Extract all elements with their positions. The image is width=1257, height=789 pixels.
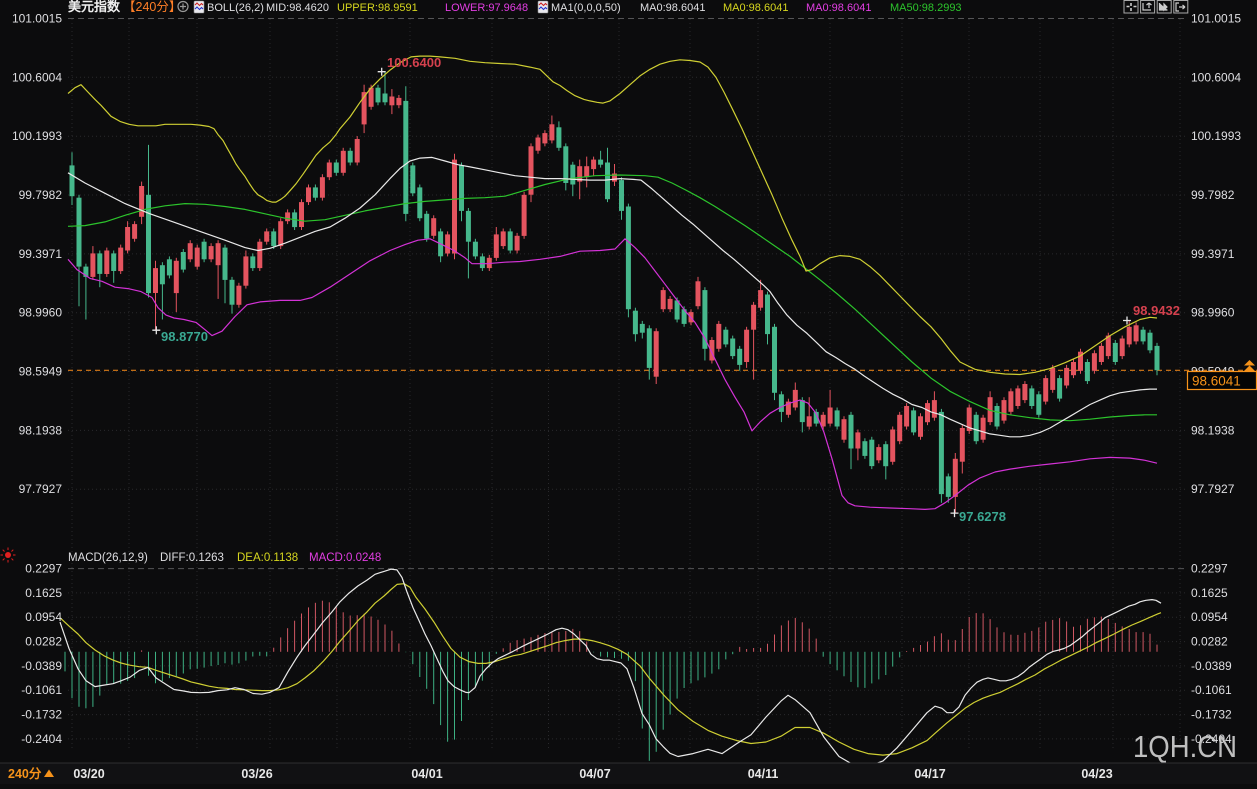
svg-text:101.0015: 101.0015 bbox=[12, 12, 62, 26]
svg-text:100.6400: 100.6400 bbox=[387, 55, 441, 70]
svg-text:UPPER:98.9591: UPPER:98.9591 bbox=[337, 2, 418, 14]
svg-text:100.6004: 100.6004 bbox=[12, 70, 62, 84]
svg-text:98.6041: 98.6041 bbox=[1192, 374, 1241, 389]
svg-text:0.2297: 0.2297 bbox=[1191, 562, 1228, 576]
svg-text:0.0282: 0.0282 bbox=[25, 635, 62, 649]
svg-text:0.2297: 0.2297 bbox=[25, 562, 62, 576]
svg-text:0.0954: 0.0954 bbox=[25, 610, 62, 624]
svg-text:100.1993: 100.1993 bbox=[12, 129, 62, 143]
svg-text:DEA:0.1138: DEA:0.1138 bbox=[237, 552, 298, 564]
svg-text:BOLL(26,2): BOLL(26,2) bbox=[207, 2, 264, 14]
svg-text:04/17: 04/17 bbox=[914, 767, 945, 781]
svg-text:-0.1061: -0.1061 bbox=[1191, 683, 1232, 697]
svg-text:100.6004: 100.6004 bbox=[1191, 70, 1241, 84]
svg-text:-0.1732: -0.1732 bbox=[21, 708, 62, 722]
svg-text:240分: 240分 bbox=[8, 766, 42, 781]
svg-text:03/26: 03/26 bbox=[241, 767, 272, 781]
svg-text:98.9960: 98.9960 bbox=[1191, 306, 1235, 320]
svg-text:97.7927: 97.7927 bbox=[1191, 482, 1235, 496]
svg-text:99.3971: 99.3971 bbox=[1191, 247, 1235, 261]
svg-text:98.1938: 98.1938 bbox=[1191, 423, 1235, 437]
svg-text:97.7927: 97.7927 bbox=[19, 482, 63, 496]
svg-text:MACD(26,12,9): MACD(26,12,9) bbox=[68, 552, 148, 564]
svg-text:-0.2404: -0.2404 bbox=[21, 732, 62, 746]
svg-text:99.7982: 99.7982 bbox=[1191, 188, 1235, 202]
svg-text:98.8770: 98.8770 bbox=[161, 329, 208, 344]
svg-text:【240分】: 【240分】 bbox=[123, 0, 181, 14]
svg-text:-0.1061: -0.1061 bbox=[21, 683, 62, 697]
svg-text:-0.1732: -0.1732 bbox=[1191, 708, 1232, 722]
svg-text:98.5949: 98.5949 bbox=[19, 365, 63, 379]
svg-text:04/23: 04/23 bbox=[1081, 767, 1112, 781]
svg-text:101.0015: 101.0015 bbox=[1191, 12, 1241, 26]
svg-text:-0.0389: -0.0389 bbox=[1191, 659, 1232, 673]
svg-text:0.1625: 0.1625 bbox=[25, 586, 62, 600]
svg-text:98.9432: 98.9432 bbox=[1133, 303, 1180, 318]
svg-text:100.1993: 100.1993 bbox=[1191, 129, 1241, 143]
svg-text:MACD:0.0248: MACD:0.0248 bbox=[309, 552, 381, 564]
svg-text:LOWER:97.9648: LOWER:97.9648 bbox=[445, 2, 528, 14]
svg-text:-0.0389: -0.0389 bbox=[21, 659, 62, 673]
svg-text:MID:98.4620: MID:98.4620 bbox=[266, 2, 329, 14]
svg-text:98.9960: 98.9960 bbox=[19, 306, 63, 320]
svg-text:04/07: 04/07 bbox=[579, 767, 610, 781]
svg-text:MA50:98.2993: MA50:98.2993 bbox=[890, 2, 962, 14]
svg-text:美元指数: 美元指数 bbox=[68, 0, 121, 14]
svg-text:99.7982: 99.7982 bbox=[19, 188, 63, 202]
svg-text:04/11: 04/11 bbox=[748, 767, 779, 781]
svg-text:MA0:98.6041: MA0:98.6041 bbox=[640, 2, 705, 14]
svg-text:MA0:98.6041: MA0:98.6041 bbox=[806, 2, 871, 14]
svg-text:1QH.CN: 1QH.CN bbox=[1133, 729, 1237, 764]
svg-text:04/01: 04/01 bbox=[411, 767, 442, 781]
svg-text:DIFF:0.1263: DIFF:0.1263 bbox=[160, 552, 224, 564]
svg-text:03/20: 03/20 bbox=[73, 767, 104, 781]
svg-text:97.6278: 97.6278 bbox=[959, 509, 1006, 524]
svg-text:98.1938: 98.1938 bbox=[19, 423, 63, 437]
svg-text:99.3971: 99.3971 bbox=[19, 247, 63, 261]
svg-text:0.1625: 0.1625 bbox=[1191, 586, 1228, 600]
svg-text:MA1(0,0,0,50): MA1(0,0,0,50) bbox=[551, 2, 621, 14]
svg-text:0.0954: 0.0954 bbox=[1191, 610, 1228, 624]
svg-text:MA0:98.6041: MA0:98.6041 bbox=[723, 2, 788, 14]
svg-text:0.0282: 0.0282 bbox=[1191, 635, 1228, 649]
